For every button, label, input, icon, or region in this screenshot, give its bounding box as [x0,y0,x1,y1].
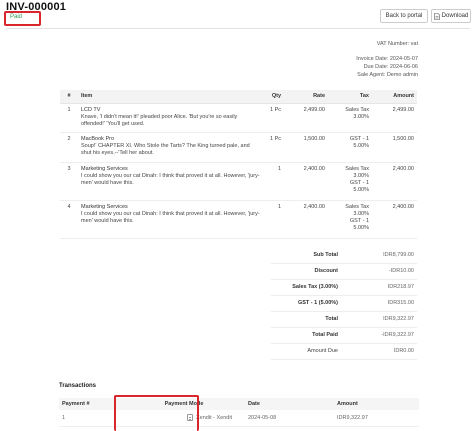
table-row: 1 Xendit - Xendit 2024-05-08 IDR9,322.97 [59,410,419,427]
totals-row: Total IDR9,322.97 [271,311,417,328]
total-label: Total [271,311,341,328]
table-row: 2 MacBook Pro Soup!' CHAPTER XI. Who Sto… [60,132,417,163]
col-header-date: Date [245,398,334,410]
table-row: 3 Marketing Services I could show you ou… [60,162,417,201]
row-item: MacBook Pro Soup!' CHAPTER XI. Who Stole… [78,132,264,163]
download-label: Download [441,13,469,19]
row-tax: Sales Tax 3.00% [328,103,372,133]
tax-rate: 5.00% [353,186,369,193]
row-rate: 2,400.00 [284,162,328,201]
col-header-tax: Tax [328,90,372,104]
totals-row: Total Paid -IDR9,322.97 [271,327,417,344]
total-value: IDR9,322.97 [341,311,417,328]
tax-rate: 3.00% [353,172,369,179]
payment-mode: Xendit - Xendit [196,415,233,422]
row-rate: 2,400.00 [284,200,328,239]
row-amount: 2,499.00 [372,103,417,133]
items-header-row: # Item Qty Rate Tax Amount [60,90,417,104]
row-num: 2 [60,132,78,163]
vat-number: VAT Number: vat [376,41,418,47]
row-tax: GST - 1 5.00% [328,132,372,163]
tax-name: GST - 1 [349,217,369,224]
tax-rate: 5.00% [353,224,369,231]
col-header-item: Item [78,90,264,104]
item-name: Marketing Services [81,165,128,172]
row-num: 3 [60,162,78,201]
sale-agent: Sale Agent: Demo admin [357,72,418,78]
row-qty: 1 [264,200,284,239]
item-description: Soup!' CHAPTER XI. Who Stole the Tarts? … [81,142,250,156]
row-tax: Sales Tax 3.00% GST - 1 5.00% [328,162,372,201]
col-header-num: # [60,90,78,104]
col-header-amount: Amount [372,90,417,104]
row-qty: 1 Pc [264,103,284,133]
tax-rate: 5.00% [353,142,369,149]
total-paid-label: Total Paid [271,327,341,344]
table-row: 1 LCD TV Knave, 'I didn't mean it!' plea… [60,103,417,133]
transactions-table: Payment # Payment Mode Date Amount 1 Xen… [59,398,419,427]
item-name: Marketing Services [81,203,128,210]
tax-name: Sales Tax [345,106,369,113]
row-amount: 2,400.00 [372,162,417,201]
tax-name: Sales Tax [345,203,369,210]
download-button[interactable]: Download [431,9,471,23]
row-rate: 1,500.00 [284,132,328,163]
discount-value: -IDR10.00 [341,263,417,280]
col-header-amount: Amount [334,398,419,410]
totals-table: Sub Total IDR8,799.00 Discount -IDR10.00… [271,247,417,360]
row-num: 4 [60,200,78,239]
payment-amount: IDR9,322.97 [334,410,419,427]
row-qty: 1 [264,162,284,201]
gst-label: GST - 1 (5.00%) [271,295,341,312]
sales-tax-value: IDR218.97 [341,279,417,296]
payment-mode-highlight-box [114,395,199,431]
tax-name: GST - 1 [349,135,369,142]
discount-label: Discount [271,263,341,280]
subtotal-value: IDR8,799.00 [341,247,417,264]
item-name: LCD TV [81,106,101,113]
amount-due-label: Amount Due [271,343,341,360]
row-tax: Sales Tax 3.00% GST - 1 5.00% [328,200,372,239]
item-description: I could show you our cat Dinah: I think … [81,172,260,186]
tax-rate: 3.00% [353,210,369,217]
total-paid-value: -IDR9,322.97 [341,327,417,344]
table-row: 4 Marketing Services I could show you ou… [60,200,417,239]
items-table: # Item Qty Rate Tax Amount 1 LCD TV Knav… [60,90,417,239]
header-divider [6,28,470,29]
row-num: 1 [60,103,78,133]
totals-row: Sub Total IDR8,799.00 [271,247,417,264]
tax-name: Sales Tax [345,165,369,172]
item-description: I could show you our cat Dinah: I think … [81,210,260,224]
transactions-header-row: Payment # Payment Mode Date Amount [59,398,419,410]
row-amount: 1,500.00 [372,132,417,163]
totals-row: Discount -IDR10.00 [271,263,417,280]
row-item: LCD TV Knave, 'I didn't mean it!' pleade… [78,103,264,133]
totals-row: Amount Due IDR0.00 [271,343,417,360]
transactions-title: Transactions [59,383,97,389]
col-header-qty: Qty [264,90,284,104]
item-name: MacBook Pro [81,135,115,142]
tax-name: GST - 1 [349,179,369,186]
tax-rate: 3.00% [353,113,369,120]
col-header-rate: Rate [284,90,328,104]
row-item: Marketing Services I could show you our … [78,162,264,201]
back-to-portal-button[interactable]: Back to portal [380,9,428,23]
row-rate: 2,499.00 [284,103,328,133]
sales-tax-label: Sales Tax (3.00%) [271,279,341,296]
amount-due-value: IDR0.00 [341,343,417,360]
gst-value: IDR315.00 [341,295,417,312]
document-icon [433,12,440,20]
row-item: Marketing Services I could show you our … [78,200,264,239]
item-description: Knave, 'I didn't mean it!' pleaded poor … [81,113,238,127]
row-qty: 1 Pc [264,132,284,163]
status-highlight-box [4,11,41,26]
row-amount: 2,400.00 [372,200,417,239]
payment-date: 2024-05-08 [245,410,334,427]
back-to-portal-label: Back to portal [385,13,423,19]
totals-row: GST - 1 (5.00%) IDR315.00 [271,295,417,312]
totals-row: Sales Tax (3.00%) IDR218.97 [271,279,417,296]
invoice-date: Invoice Date: 2024-05-07 [356,56,418,62]
due-date: Due Date: 2024-06-06 [363,64,418,70]
subtotal-label: Sub Total [271,247,341,264]
